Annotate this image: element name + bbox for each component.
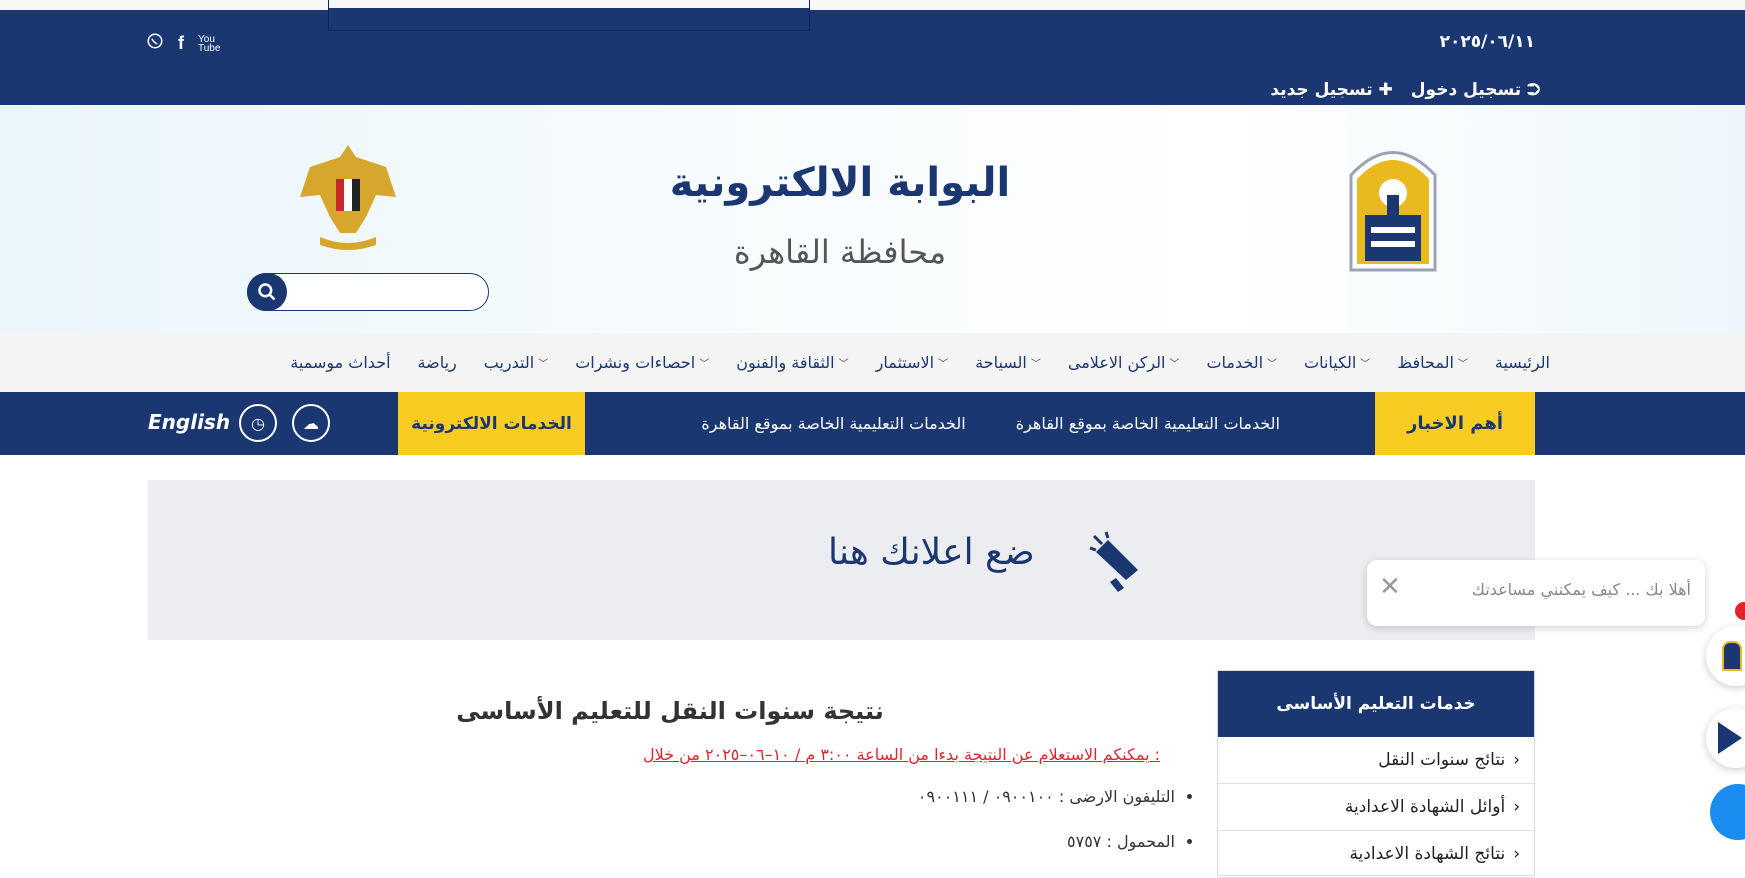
chevron-down-icon: ﹀ xyxy=(1030,359,1041,370)
cloud-icon: ☁ xyxy=(303,413,319,433)
ticker-item[interactable]: الخدمات التعليمية الخاصة بموقع القاهرة xyxy=(1016,414,1280,433)
nav-item-training[interactable]: التدريب ﹀ xyxy=(484,353,548,372)
messenger-button[interactable] xyxy=(1706,782,1745,842)
cairo-logo-icon xyxy=(1722,641,1742,671)
add-user-icon: ✚ xyxy=(1378,80,1393,100)
nav-item-investment[interactable]: الاستثمار ﹀ xyxy=(876,353,948,372)
chevron-down-icon: ﹀ xyxy=(938,359,949,370)
open-dropdown-panel[interactable] xyxy=(328,0,810,31)
chevron-down-icon: ﹀ xyxy=(538,359,549,370)
ad-placeholder-text: ضع اعلانك هنا xyxy=(828,532,1035,573)
nav-item-governor[interactable]: المحافظ ﹀ xyxy=(1397,353,1468,372)
chevron-down-icon: ﹀ xyxy=(1360,359,1371,370)
weather-button[interactable]: ☁ xyxy=(292,404,330,442)
search-button[interactable] xyxy=(247,273,287,311)
chatbot-launcher[interactable] xyxy=(1706,626,1745,686)
main-navigation: الرئيسية المحافظ ﹀ الكيانات ﹀ الخدمات ﹀ الر… xyxy=(0,333,1745,392)
account-links: ⮊ تسجيل دخول ✚ تسجيل جديد xyxy=(1270,80,1540,100)
chevron-down-icon: ﹀ xyxy=(1267,359,1278,370)
sidebar-item-prep-toppers[interactable]: ‹ أوائل الشهادة الاعدادية xyxy=(1218,784,1534,831)
login-icon: ⮊ xyxy=(1527,80,1540,100)
list-item: المحمول : ٥٧٥٧ xyxy=(600,832,1175,851)
facebook-icon[interactable]: f xyxy=(178,33,184,54)
chevron-down-icon: ﹀ xyxy=(1169,359,1180,370)
nav-item-home[interactable]: الرئيسية xyxy=(1495,353,1550,372)
sidebar-item-transfer-results[interactable]: ‹ نتائج سنوات النقل xyxy=(1218,737,1534,784)
chevron-down-icon: ﹀ xyxy=(838,359,849,370)
egypt-eagle-emblem xyxy=(296,137,400,255)
chat-greeting-text: أهلا بك ... كيف يمكنني مساعدتك xyxy=(1471,580,1691,599)
nav-item-sports[interactable]: رياضة xyxy=(418,353,457,372)
article-notice[interactable]: يمكنكم الاستعلام عن النتيجة بدءا من السا… xyxy=(520,745,1160,764)
nav-item-entities[interactable]: الكيانات ﹀ xyxy=(1304,353,1370,372)
nav-item-media[interactable]: الركن الاعلامى ﹀ xyxy=(1068,353,1180,372)
search-icon xyxy=(258,283,276,301)
nav-item-statistics[interactable]: احصاءات ونشرات ﹀ xyxy=(575,353,709,372)
register-link[interactable]: ✚ تسجيل جديد xyxy=(1270,80,1392,100)
sidebar-menu: خدمات التعليم الأساسى ‹ نتائج سنوات النق… xyxy=(1217,670,1535,878)
prayer-times-button[interactable]: ◷ xyxy=(239,404,277,442)
notification-dot xyxy=(1735,602,1745,620)
login-link[interactable]: ⮊ تسجيل دخول xyxy=(1411,80,1540,100)
nav-item-seasonal-events[interactable]: أحداث موسمية xyxy=(290,353,390,372)
article-title: نتيجة سنوات النقل للتعليم الأساسى xyxy=(456,697,884,725)
e-services-button[interactable]: الخدمات الالكترونية xyxy=(398,392,585,455)
accessibility-widget-button[interactable] xyxy=(1706,708,1745,768)
search-input[interactable] xyxy=(292,278,481,308)
chevron-left-icon: ‹ xyxy=(1513,844,1520,864)
site-header: البوابة الالكترونية محافظة القاهرة xyxy=(0,105,1745,336)
language-switch-english[interactable]: English xyxy=(148,410,230,434)
news-ticker-bar: أهم الاخبار الخدمات التعليمية الخاصة بمو… xyxy=(0,392,1745,455)
site-title: البوابة الالكترونية xyxy=(669,160,1011,206)
list-item: التليفون الارضى : ٠٩٠٠١٠٠ / ٠٩٠٠١١١ xyxy=(600,787,1175,806)
news-ticker-label: أهم الاخبار xyxy=(1375,392,1535,455)
contact-list: التليفون الارضى : ٠٩٠٠١٠٠ / ٠٩٠٠١١١ المح… xyxy=(600,787,1197,877)
social-links: f You Tube xyxy=(146,32,220,55)
messenger-icon xyxy=(1710,784,1745,840)
ad-banner[interactable]: ضع اعلانك هنا xyxy=(148,480,1535,640)
cairo-governorate-logo[interactable] xyxy=(1345,135,1441,277)
nav-item-tourism[interactable]: السياحة ﹀ xyxy=(975,353,1041,372)
news-ticker[interactable]: الخدمات التعليمية الخاصة بموقع القاهرة ا… xyxy=(620,392,1280,455)
youtube-icon[interactable]: You Tube xyxy=(198,34,220,53)
current-date: ٢٠٢٥/٠٦/١١ xyxy=(1439,32,1535,52)
site-subtitle: محافظة القاهرة xyxy=(733,233,947,271)
chat-greeting-popup[interactable]: أهلا بك ... كيف يمكنني مساعدتك ✕ xyxy=(1367,560,1705,626)
sidebar-item-prep-results[interactable]: ‹ نتائج الشهادة الاعدادية xyxy=(1218,831,1534,878)
play-icon xyxy=(1718,722,1742,754)
chevron-left-icon: ‹ xyxy=(1513,750,1520,770)
nav-item-culture[interactable]: الثقافة والفنون ﹀ xyxy=(736,353,848,372)
chevron-left-icon: ‹ xyxy=(1513,797,1520,817)
chevron-down-icon: ﹀ xyxy=(1457,359,1468,370)
chevron-down-icon: ﹀ xyxy=(699,359,710,370)
clock-icon: ◷ xyxy=(251,413,265,433)
top-bar: ٢٠٢٥/٠٦/١١ ⮊ تسجيل دخول ✚ تسجيل جديد f Y… xyxy=(0,0,1745,105)
whatsapp-icon[interactable] xyxy=(146,32,164,55)
sidebar-title: خدمات التعليم الأساسى xyxy=(1218,671,1534,737)
close-icon[interactable]: ✕ xyxy=(1379,572,1401,602)
ticker-item[interactable]: الخدمات التعليمية الخاصة بموقع القاهرة xyxy=(701,414,965,433)
nav-item-services[interactable]: الخدمات ﹀ xyxy=(1206,353,1277,372)
search-box xyxy=(247,273,489,311)
megaphone-icon xyxy=(1088,530,1148,596)
